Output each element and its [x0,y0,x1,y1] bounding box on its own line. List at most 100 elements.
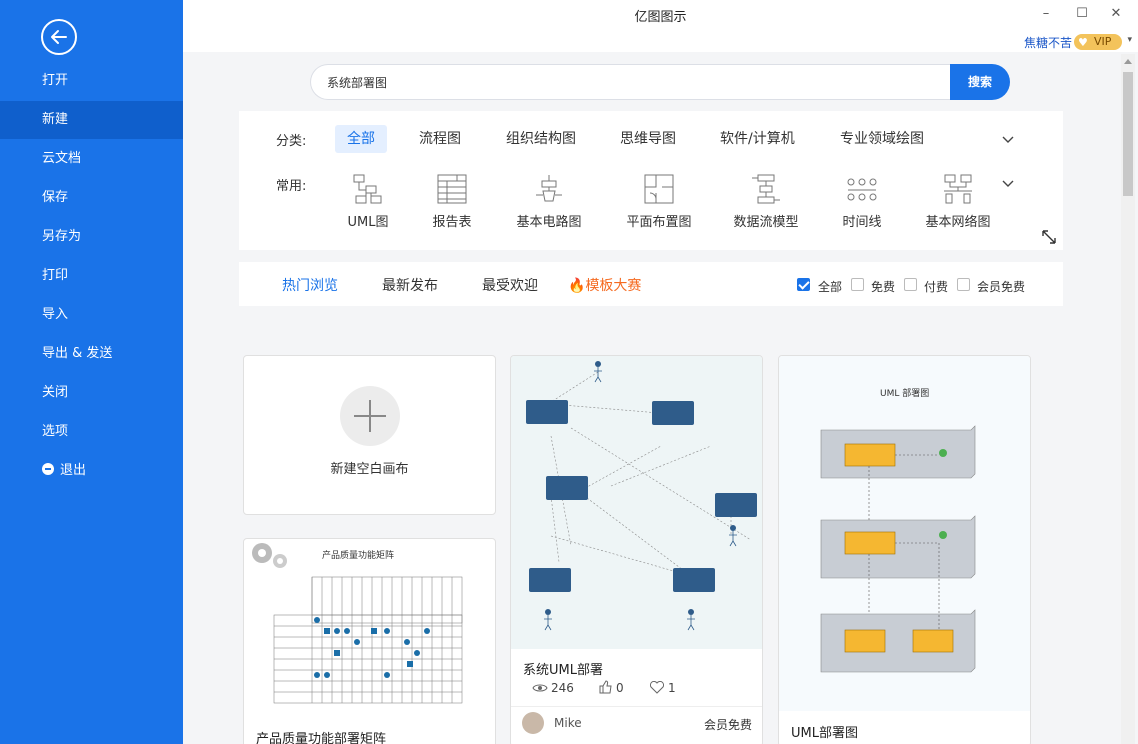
username-link[interactable]: 焦糖不苦 [1024,34,1072,51]
vip-crown-icon: ♥ [1078,36,1088,49]
common-item-label: 基本电路图 [516,215,582,230]
sidebar-item-new[interactable]: 新建 [0,101,183,139]
back-button[interactable] [41,19,77,55]
common-data-flow[interactable]: 数据流模型 [726,173,806,230]
checkbox-member-free[interactable] [957,278,970,291]
user-bar: 焦糖不苦 ♥ VIP ▾ [183,32,1138,52]
plus-icon [340,386,400,446]
common-item-label: 数据流模型 [733,215,799,230]
network-icon [944,174,972,204]
sidebar-item-options[interactable]: 选项 [0,413,183,451]
checkbox-paid[interactable] [904,278,917,291]
like-count: 0 [616,681,624,695]
title-bar: 亿图图示 – ☐ ✕ [183,0,1138,32]
tab-most-liked[interactable]: 最受欢迎 [482,275,538,295]
template-thumbnail [511,356,762,649]
report-table-icon [437,174,467,204]
circuit-icon [536,175,562,202]
tab-popular[interactable]: 热门浏览 [282,275,338,295]
checkbox-label: 付费 [924,280,949,294]
scrollbar[interactable] [1121,54,1135,744]
heart-icon[interactable] [650,681,664,694]
floor-plan-icon [644,174,674,204]
scroll-thumb[interactable] [1123,72,1133,196]
chevron-down-icon[interactable]: ▾ [1127,35,1132,45]
app-title: 亿图图示 [634,10,687,25]
sidebar-item-label: 退出 [60,463,87,478]
vip-badge[interactable]: ♥ VIP [1074,34,1122,50]
sidebar-item-exit[interactable]: 退出 [0,452,183,490]
chevron-down-icon[interactable] [1001,132,1015,146]
maximize-button[interactable]: ☐ [1072,4,1092,24]
sidebar-item-open[interactable]: 打开 [0,62,183,100]
template-card-uml-deploy[interactable]: 系统UML部署 246 0 1 Mike 会员免费 [510,355,763,744]
close-button[interactable]: ✕ [1106,4,1126,24]
tab-bar: 热门浏览 最新发布 最受欢迎 🔥模板大赛 全部 免费 付费 会员免费 [239,262,1063,306]
template-thumbnail: UML 部署图 [779,356,1030,711]
sidebar-item-import[interactable]: 导入 [0,296,183,334]
new-blank-label: 新建空白画布 [330,462,409,477]
fire-icon: 🔥 [568,278,586,294]
sidebar: 打开 新建 云文档 保存 另存为 打印 导入 导出 & 发送 关闭 选项 退出 [0,0,183,744]
search-input[interactable] [310,64,952,100]
favorite-count: 1 [668,681,676,695]
data-flow-icon [752,174,780,204]
common-label: 常用: [276,179,307,194]
template-thumbnail: 产品质量功能矩阵 [252,543,463,704]
category-flowchart[interactable]: 流程图 [407,125,473,153]
common-basic-circuit[interactable]: 基本电路图 [509,173,589,230]
matrix-thumb-title: 产品质量功能矩阵 [322,549,394,561]
category-org-chart[interactable]: 组织结构图 [494,125,588,153]
template-card-matrix[interactable]: 产品质量功能矩阵 产品质量功能部署矩阵 [243,538,496,744]
category-software[interactable]: 软件/计算机 [708,125,807,153]
sidebar-item-save[interactable]: 保存 [0,179,183,217]
template-title: UML部署图 [791,726,858,741]
common-item-label: 平面布置图 [626,215,692,230]
category-mind-map[interactable]: 思维导图 [608,125,688,153]
common-uml[interactable]: UML图 [343,173,393,230]
template-title: 系统UML部署 [523,663,603,678]
timeline-icon [847,178,877,201]
expand-icon[interactable] [1042,230,1056,244]
checkbox-all[interactable] [797,278,810,291]
sidebar-item-export-send[interactable]: 导出 & 发送 [0,335,183,373]
common-item-label: UML图 [347,215,389,230]
category-label: 分类: [276,134,307,149]
category-professional[interactable]: 专业领域绘图 [828,125,936,153]
common-timeline[interactable]: 时间线 [837,173,887,230]
view-count: 246 [551,681,574,695]
template-title: 产品质量功能部署矩阵 [256,732,387,744]
checkbox-label: 会员免费 [977,280,1026,294]
template-card-uml-diagram[interactable]: UML 部署图 UML部署图 [778,355,1031,744]
tab-template-contest[interactable]: 🔥模板大赛 [568,275,641,295]
chevron-down-icon[interactable] [1001,176,1015,190]
avatar [522,712,544,734]
category-all[interactable]: 全部 [335,125,387,153]
common-report[interactable]: 报告表 [427,173,477,230]
common-item-label: 时间线 [842,215,882,230]
common-basic-network[interactable]: 基本网络图 [919,173,997,230]
minimize-button[interactable]: – [1036,4,1056,24]
price-tag: 会员免费 [703,718,752,732]
scroll-up-icon[interactable] [1124,59,1132,64]
common-floor-plan[interactable]: 平面布置图 [619,173,699,230]
sidebar-item-close[interactable]: 关闭 [0,374,183,412]
filter-panel: 分类: 全部 流程图 组织结构图 思维导图 软件/计算机 专业领域绘图 常用: … [239,111,1063,250]
sidebar-item-save-as[interactable]: 另存为 [0,218,183,256]
common-item-label: 基本网络图 [925,215,991,230]
gear-icon [252,543,287,568]
exit-icon [42,463,54,475]
checkbox-label: 免费 [871,280,896,294]
checkbox-free[interactable] [851,278,864,291]
tab-latest[interactable]: 最新发布 [382,275,438,295]
sidebar-item-cloud-docs[interactable]: 云文档 [0,140,183,178]
eye-icon [532,684,548,692]
tab-label: 模板大赛 [585,278,642,294]
author-name[interactable]: Mike [554,716,582,730]
sidebar-item-print[interactable]: 打印 [0,257,183,295]
thumbs-up-icon[interactable] [599,680,613,694]
checkbox-label: 全部 [818,280,843,294]
uml-diagram-icon [353,174,382,204]
search-button[interactable]: 搜索 [950,64,1010,100]
new-blank-card[interactable]: 新建空白画布 [243,355,496,515]
